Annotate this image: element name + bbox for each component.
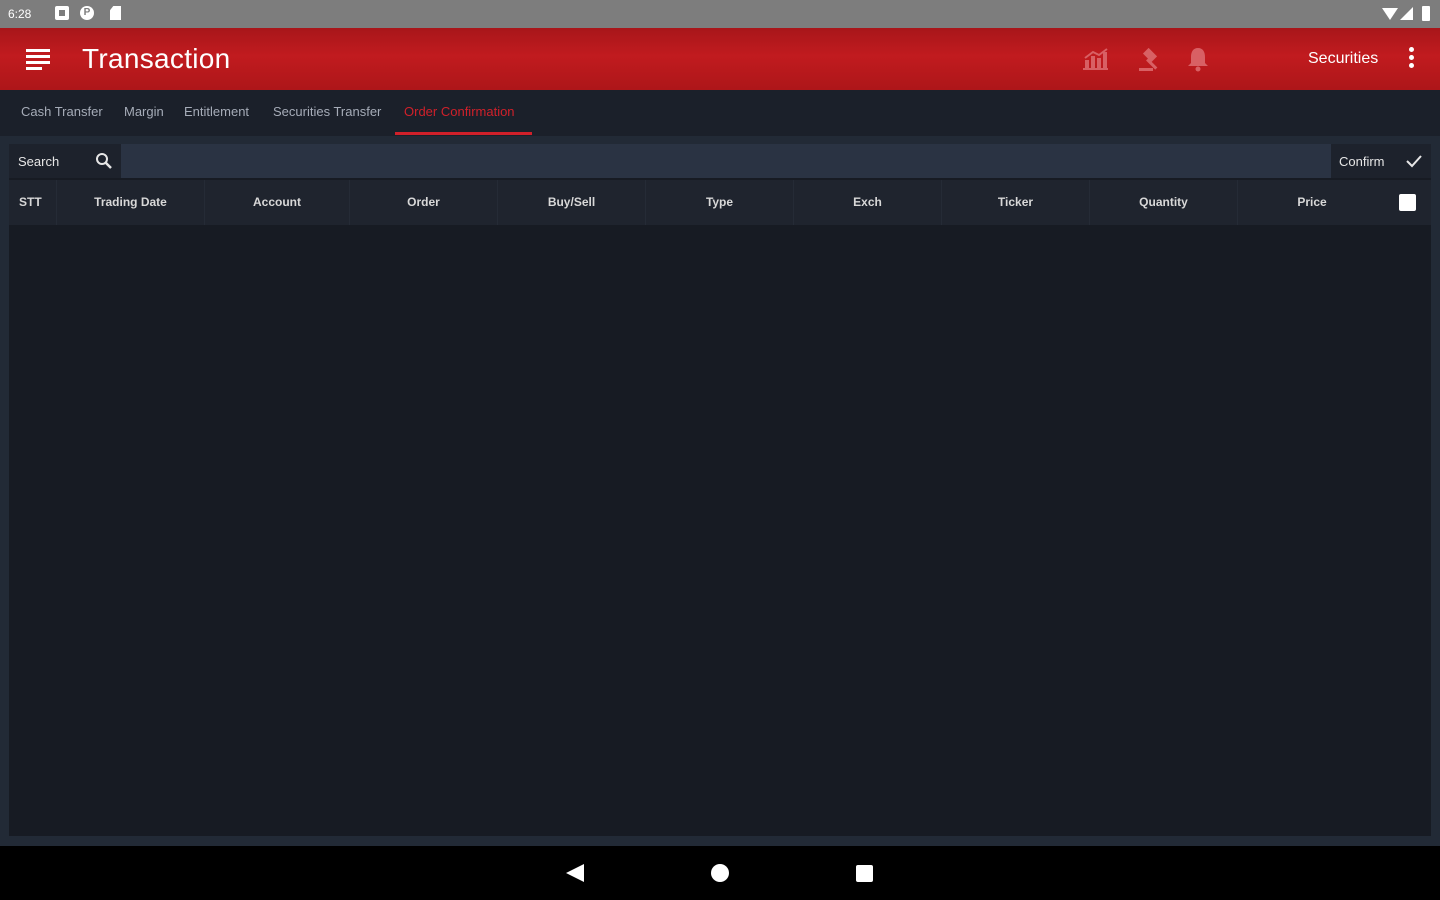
search-input[interactable]: Search [9, 144, 121, 178]
status-bar: 6:28 P [0, 0, 1440, 28]
column-header-buy-sell[interactable]: Buy/Sell [498, 180, 646, 225]
tab-securities-transfer[interactable]: Securities Transfer [273, 104, 381, 119]
tab-margin[interactable]: Margin [124, 104, 164, 119]
gavel-icon[interactable] [1137, 46, 1165, 72]
column-header-type[interactable]: Type [646, 180, 794, 225]
tab-order-confirmation[interactable]: Order Confirmation [404, 104, 515, 119]
column-header-ticker[interactable]: Ticker [942, 180, 1090, 225]
notification-icon [55, 6, 69, 20]
tab-cash-transfer[interactable]: Cash Transfer [21, 104, 103, 119]
chart-icon[interactable] [1081, 46, 1109, 72]
active-tab-indicator [395, 132, 532, 135]
recents-icon[interactable] [856, 865, 873, 882]
tab-entitlement[interactable]: Entitlement [184, 104, 249, 119]
more-vert-icon[interactable] [1402, 46, 1420, 72]
table-toolbar: Search Confirm [9, 144, 1431, 178]
status-time: 6:28 [8, 7, 32, 21]
securities-menu[interactable]: Securities [1308, 50, 1378, 68]
battery-icon [1422, 6, 1430, 21]
column-header-account[interactable]: Account [205, 180, 350, 225]
table-header: STT Trading Date Account Order Buy/Sell … [9, 180, 1431, 225]
search-label: Search [18, 154, 60, 169]
search-icon[interactable] [95, 152, 113, 170]
column-header-order[interactable]: Order [350, 180, 498, 225]
system-nav-bar [0, 846, 1440, 900]
confirm-button[interactable]: Confirm [1331, 144, 1431, 178]
sd-card-icon [110, 6, 121, 20]
content-panel: Search Confirm STT Trading Date Account … [9, 144, 1431, 836]
bell-icon[interactable] [1184, 46, 1212, 72]
table-body [9, 225, 1431, 836]
p-app-icon: P [80, 6, 94, 20]
tab-bar: Cash Transfer Margin Entitlement Securit… [0, 90, 1440, 136]
wifi-icon [1382, 8, 1398, 20]
check-icon [1406, 155, 1422, 168]
confirm-label: Confirm [1339, 154, 1385, 169]
signal-icon [1400, 7, 1413, 20]
column-header-price[interactable]: Price [1238, 180, 1386, 225]
column-header-exch[interactable]: Exch [794, 180, 942, 225]
page-title: Transaction [82, 43, 231, 74]
column-header-quantity[interactable]: Quantity [1090, 180, 1238, 225]
select-all-checkbox[interactable] [1399, 194, 1416, 211]
column-header-stt[interactable]: STT [9, 180, 57, 225]
column-header-trading-date[interactable]: Trading Date [57, 180, 205, 225]
back-icon[interactable] [566, 864, 584, 882]
menu-icon[interactable] [26, 49, 50, 70]
home-icon[interactable] [711, 864, 729, 882]
app-bar: Transaction Securities [0, 28, 1440, 90]
